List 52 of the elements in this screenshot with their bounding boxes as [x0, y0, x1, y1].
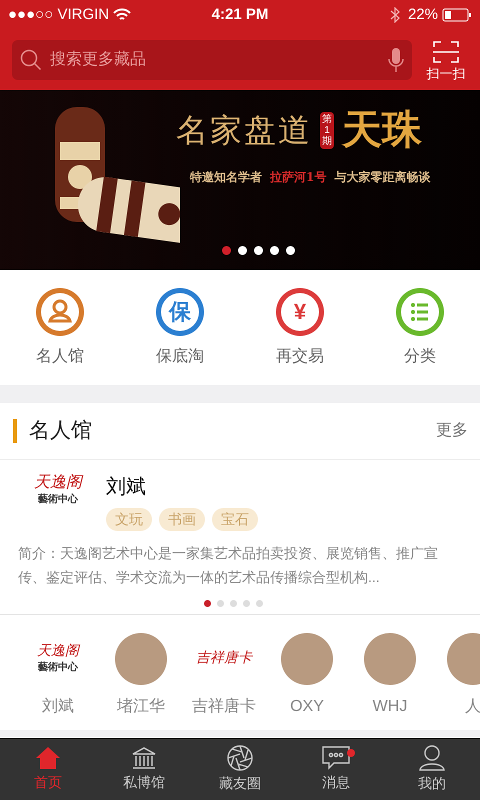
battery-icon: [442, 8, 472, 22]
shortcut-icon: 保: [155, 286, 205, 336]
banner-tagline: 与大家零距离畅谈: [334, 169, 430, 186]
tab-item[interactable]: 私博馆: [96, 739, 192, 800]
shortcut-button[interactable]: 保 保底淘: [120, 286, 240, 368]
battery-text: 22%: [408, 4, 438, 25]
search-icon: [20, 49, 42, 71]
shortcut-button[interactable]: 名人馆: [0, 286, 120, 368]
person-item[interactable]: 天逸阁 藝術中心 刘斌: [18, 633, 98, 730]
search-input[interactable]: 搜索更多藏品: [50, 48, 380, 72]
bluetooth-icon: [390, 7, 400, 23]
logo-image: 天逸阁 藝術中心: [33, 472, 84, 507]
avatar-placeholder: [281, 633, 333, 685]
intro-text: 简介：天逸阁艺术中心是一家集艺术品拍卖投资、展览销售、推广宣传、鉴定评估、学术交流为一体的艺术品传播综合型机构...: [18, 544, 439, 587]
person-item[interactable]: 吉祥唐卡 吉祥唐卡: [184, 633, 264, 730]
banner-headline: 名家盘道: [176, 114, 312, 146]
category-tag: 书画: [159, 508, 205, 531]
issue-badge: 第1期: [320, 112, 334, 148]
banner-title: 天珠: [342, 110, 422, 150]
clock-text: 4:21 PM: [210, 4, 270, 25]
museum-icon: [131, 746, 157, 770]
carrier-text: ●●●○○ VIRGIN: [8, 4, 110, 25]
wifi-icon: [113, 8, 132, 22]
shortcut-button[interactable]: ¥ 再交易: [240, 286, 360, 368]
shortcut-icon: ¥: [275, 286, 325, 336]
tab-item[interactable]: 我的: [384, 739, 480, 800]
logo-image: 天逸阁 藝術中心: [36, 642, 82, 676]
category-tag: 文玩: [106, 508, 152, 531]
microphone-icon[interactable]: [388, 47, 404, 73]
search-field[interactable]: 搜索更多藏品: [12, 40, 412, 80]
user-icon: [419, 745, 445, 771]
shortcut-button[interactable]: 分类: [360, 286, 480, 368]
section-title: 名人馆: [29, 418, 93, 444]
accent-bar: [13, 419, 17, 443]
chat-icon: [322, 746, 350, 770]
person-item[interactable]: WHJ: [350, 633, 430, 730]
tab-item[interactable]: 消息: [288, 739, 384, 800]
person-item[interactable]: OXY: [267, 633, 347, 730]
banner-tagline: 拉萨河1号: [270, 169, 326, 186]
avatar-placeholder: [115, 633, 167, 685]
scan-button[interactable]: 扫一扫: [424, 40, 468, 80]
aperture-icon: [227, 745, 253, 771]
scan-icon: [433, 40, 459, 62]
home-icon: [35, 746, 61, 770]
avatar-placeholder: [364, 633, 416, 685]
logo-image: 吉祥唐卡: [195, 649, 254, 668]
tab-item[interactable]: 藏友圈: [192, 739, 288, 800]
more-link[interactable]: 更多: [436, 419, 468, 443]
category-tag: 宝石: [212, 508, 258, 531]
banner-tagline: 特邀知名学者: [190, 169, 262, 186]
person-item[interactable]: 堵江华: [101, 633, 181, 730]
person-name: 刘斌: [106, 475, 147, 500]
